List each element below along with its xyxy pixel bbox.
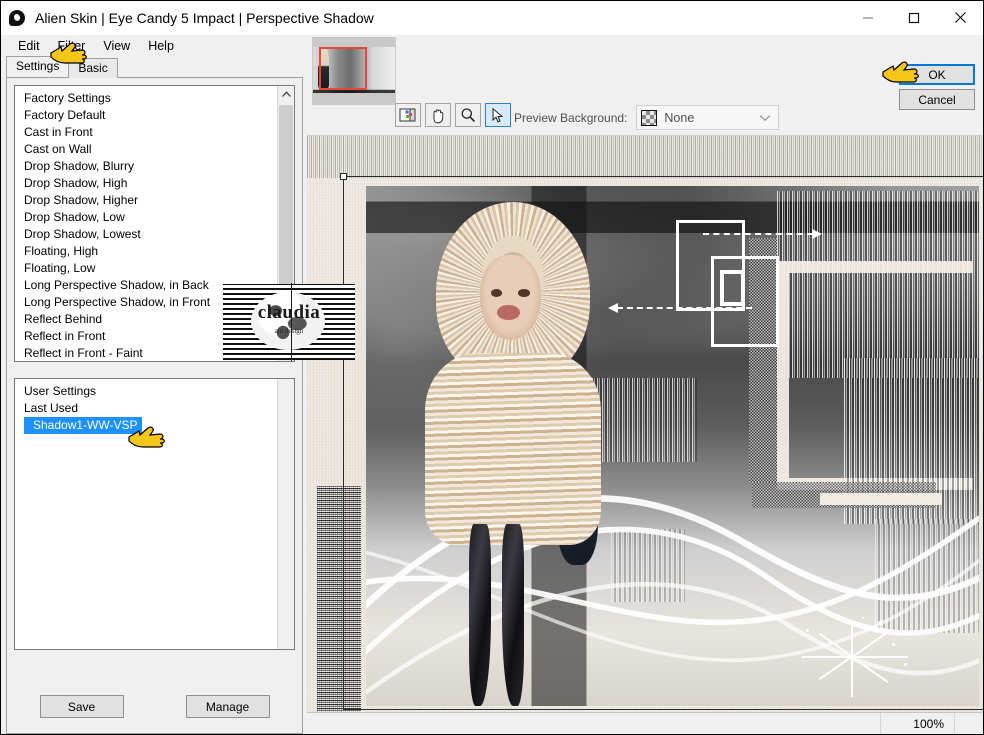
list-item[interactable]: Drop Shadow, Higher bbox=[15, 192, 277, 209]
hand-tool-icon[interactable] bbox=[425, 103, 451, 127]
artwork-model-figure bbox=[421, 201, 605, 706]
model-fur-coat bbox=[424, 352, 602, 545]
ok-button[interactable]: OK bbox=[899, 64, 975, 85]
list-group-header: Factory Settings bbox=[24, 91, 111, 105]
maximize-icon[interactable] bbox=[891, 1, 937, 34]
preview-background-label: Preview Background: bbox=[514, 110, 628, 125]
list-item[interactable]: Cast on Wall bbox=[15, 141, 277, 158]
artwork-sparkle bbox=[792, 611, 912, 701]
menu-bar: Edit Filter View Help bbox=[1, 35, 983, 57]
menu-item-view[interactable]: View bbox=[94, 37, 139, 55]
model-leg-left bbox=[468, 524, 492, 706]
alien-skin-icon bbox=[9, 9, 27, 27]
navigator-strip-bottom bbox=[313, 93, 395, 104]
selection-handle[interactable] bbox=[340, 173, 347, 180]
window-title: Alien Skin | Eye Candy 5 Impact | Perspe… bbox=[35, 10, 374, 26]
preview-toolbar: Preview Background: None OK Cancel bbox=[307, 37, 983, 135]
cancel-button[interactable]: Cancel bbox=[899, 89, 975, 110]
list-item[interactable]: Last Used bbox=[15, 400, 277, 417]
preview-background-value: None bbox=[664, 110, 695, 125]
list-item[interactable]: Drop Shadow, High bbox=[15, 175, 277, 192]
select-arrow-tool-icon[interactable] bbox=[485, 103, 511, 127]
navigator-strip-top bbox=[313, 38, 395, 47]
list-item[interactable]: Floating, High bbox=[15, 243, 277, 260]
tab-settings[interactable]: Settings bbox=[6, 56, 70, 77]
close-icon[interactable] bbox=[937, 1, 983, 34]
preview-canvas[interactable] bbox=[307, 135, 983, 712]
status-message bbox=[307, 713, 881, 734]
dialog-action-buttons: OK Cancel bbox=[899, 64, 975, 110]
menu-item-edit[interactable]: Edit bbox=[9, 37, 49, 55]
scrollbar-track[interactable] bbox=[278, 379, 294, 649]
watermark-divider bbox=[291, 283, 292, 361]
list-item[interactable]: Drop Shadow, Lowest bbox=[15, 226, 277, 243]
list-item-selected[interactable]: Shadow1-WW-VSP bbox=[24, 417, 143, 434]
list-item[interactable]: Drop Shadow, Blurry bbox=[15, 158, 277, 175]
menu-item-help[interactable]: Help bbox=[139, 37, 183, 55]
navigator-thumbnail[interactable] bbox=[312, 37, 396, 105]
navigator-viewport-rect[interactable] bbox=[319, 47, 367, 90]
minimize-icon[interactable] bbox=[845, 1, 891, 34]
list-item[interactable]: Cast in Front bbox=[15, 124, 277, 141]
manage-button[interactable]: Manage bbox=[185, 695, 270, 718]
tab-basic[interactable]: Basic bbox=[68, 58, 118, 78]
claudia-watermark: claudia ant design bbox=[223, 283, 355, 361]
list-item[interactable]: Drop Shadow, Low bbox=[15, 209, 277, 226]
toggle-preview-icon[interactable] bbox=[395, 103, 421, 127]
settings-pane-buttons: Save Manage bbox=[14, 685, 295, 726]
preview-tool-buttons bbox=[395, 103, 511, 127]
watermark-subtext: ant design bbox=[274, 327, 304, 335]
window-controls bbox=[845, 1, 983, 35]
save-button[interactable]: Save bbox=[39, 695, 124, 718]
menu-item-filter[interactable]: Filter bbox=[49, 37, 95, 55]
checker-swatch-icon bbox=[641, 109, 658, 126]
user-settings-list-items: User Settings Last Used Shadow1-WW-VSP bbox=[15, 379, 277, 649]
user-settings-list[interactable]: User Settings Last Used Shadow1-WW-VSP bbox=[14, 378, 295, 650]
preview-panel: Preview Background: None OK Cancel 100% bbox=[307, 37, 983, 734]
settings-pane: Factory Settings Factory Default Cast in… bbox=[6, 77, 303, 734]
tab-strip: Settings Basic bbox=[1, 56, 307, 78]
list-group-header: User Settings bbox=[24, 384, 97, 398]
chevron-down-icon[interactable] bbox=[759, 111, 771, 125]
list-item-wrapper: Shadow1-WW-VSP bbox=[15, 417, 277, 434]
status-zoom-level: 100% bbox=[881, 713, 955, 734]
model-face bbox=[480, 254, 541, 341]
preview-background-group: Preview Background: None bbox=[514, 105, 780, 130]
preview-background-select[interactable]: None bbox=[636, 105, 780, 130]
zoom-tool-icon[interactable] bbox=[455, 103, 481, 127]
application-window: Alien Skin | Eye Candy 5 Impact | Perspe… bbox=[0, 0, 984, 735]
title-bar: Alien Skin | Eye Candy 5 Impact | Perspe… bbox=[1, 1, 983, 35]
status-bar: 100% bbox=[307, 712, 983, 734]
user-list-scrollbar[interactable] bbox=[277, 379, 294, 649]
scrollbar-thumb[interactable] bbox=[279, 105, 293, 313]
scroll-up-icon[interactable] bbox=[278, 86, 294, 103]
artwork-preview-image bbox=[366, 186, 979, 706]
watermark-text: claudia bbox=[257, 302, 321, 323]
resize-grip-icon[interactable] bbox=[955, 713, 983, 734]
settings-panel: Settings Basic Factory Settings Factory … bbox=[1, 56, 307, 734]
list-item[interactable]: Factory Default bbox=[15, 107, 277, 124]
model-leg-right bbox=[502, 524, 525, 706]
list-item[interactable]: Floating, Low bbox=[15, 260, 277, 277]
body-area: Settings Basic Factory Settings Factory … bbox=[1, 37, 983, 734]
